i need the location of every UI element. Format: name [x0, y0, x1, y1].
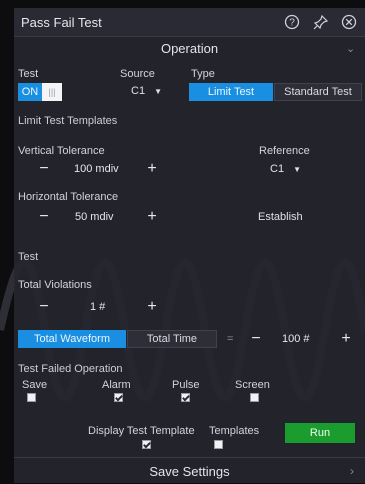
alarm-checkbox[interactable] [114, 393, 123, 402]
test-section-header: Test [18, 251, 39, 263]
operation-section-header[interactable]: Operation ⌄ [14, 38, 365, 60]
violations-decrement-button[interactable]: − [34, 298, 54, 316]
operation-header: Operation [160, 41, 219, 56]
count-value[interactable]: 100 # [282, 333, 310, 345]
display-test-template-label: Display Test Template [88, 425, 195, 437]
source-dropdown[interactable]: C1 ▼ [131, 85, 162, 97]
window-title: Pass Fail Test [21, 15, 102, 30]
total-violations-label: Total Violations [18, 279, 92, 291]
pass-fail-test-panel: Pass Fail Test ? Operation ⌄ Test ON |||… [14, 8, 365, 483]
count-increment-button[interactable]: + [336, 330, 356, 348]
screen-label: Screen [235, 379, 270, 391]
reference-label: Reference [259, 145, 310, 157]
horizontal-tolerance-value[interactable]: 50 mdiv [75, 211, 114, 223]
limit-test-templates-header: Limit Test Templates [18, 115, 118, 127]
save-checkbox[interactable] [27, 393, 36, 402]
mode-total-waveform[interactable]: Total Waveform [18, 330, 126, 348]
equals-sign: = [227, 333, 234, 345]
svg-text:?: ? [289, 18, 295, 29]
reference-dropdown[interactable]: C1 ▼ [270, 163, 301, 175]
vertical-increment-button[interactable]: + [142, 160, 162, 178]
pulse-label: Pulse [172, 379, 200, 391]
violations-increment-button[interactable]: + [142, 298, 162, 316]
screen-checkbox[interactable] [250, 393, 259, 402]
type-label: Type [191, 68, 215, 80]
dropdown-arrow-icon: ▼ [293, 165, 302, 174]
source-value: C1 [131, 85, 146, 97]
vertical-tolerance-value[interactable]: 100 mdiv [74, 163, 119, 175]
alarm-label: Alarm [102, 379, 131, 391]
total-violations-value[interactable]: 1 # [90, 301, 105, 313]
test-label: Test [18, 68, 39, 80]
test-toggle-off[interactable]: ||| [42, 83, 62, 101]
horizontal-tolerance-stepper: − 50 mdiv + [18, 208, 178, 228]
pin-icon[interactable] [311, 12, 331, 32]
source-label: Source [120, 68, 155, 80]
establish-button[interactable]: Establish [258, 211, 303, 223]
display-test-template-checkbox[interactable] [142, 440, 151, 449]
type-standard-test[interactable]: Standard Test [274, 83, 362, 101]
templates-checkbox[interactable] [214, 440, 223, 449]
chevron-right-icon: › [350, 464, 354, 478]
horizontal-tolerance-label: Horizontal Tolerance [18, 191, 119, 203]
test-failed-operation-header: Test Failed Operation [18, 363, 123, 375]
vertical-decrement-button[interactable]: − [34, 160, 54, 178]
run-button[interactable]: Run [285, 423, 355, 443]
reference-value: C1 [270, 163, 285, 175]
save-settings-header: Save Settings [149, 464, 230, 479]
templates-label: Templates [209, 425, 260, 437]
dropdown-arrow-icon: ▼ [154, 87, 163, 96]
pulse-checkbox[interactable] [181, 393, 190, 402]
horizontal-decrement-button[interactable]: − [34, 208, 54, 226]
count-decrement-button[interactable]: − [246, 330, 266, 348]
title-bar: Pass Fail Test ? [14, 8, 365, 37]
type-limit-test[interactable]: Limit Test [189, 83, 273, 101]
test-toggle-on[interactable]: ON [18, 83, 42, 101]
total-violations-stepper: − 1 # + [18, 298, 178, 318]
vertical-tolerance-stepper: − 100 mdiv + [18, 160, 178, 180]
vertical-tolerance-label: Vertical Tolerance [18, 145, 105, 157]
save-settings-section-header[interactable]: Save Settings › [14, 457, 365, 484]
close-icon[interactable] [339, 12, 359, 32]
help-icon[interactable]: ? [282, 12, 302, 32]
save-label: Save [22, 379, 48, 391]
mode-total-time[interactable]: Total Time [127, 330, 217, 348]
chevron-down-icon: ⌄ [346, 43, 356, 55]
horizontal-increment-button[interactable]: + [142, 208, 162, 226]
count-stepper: − 100 # + [242, 330, 365, 350]
